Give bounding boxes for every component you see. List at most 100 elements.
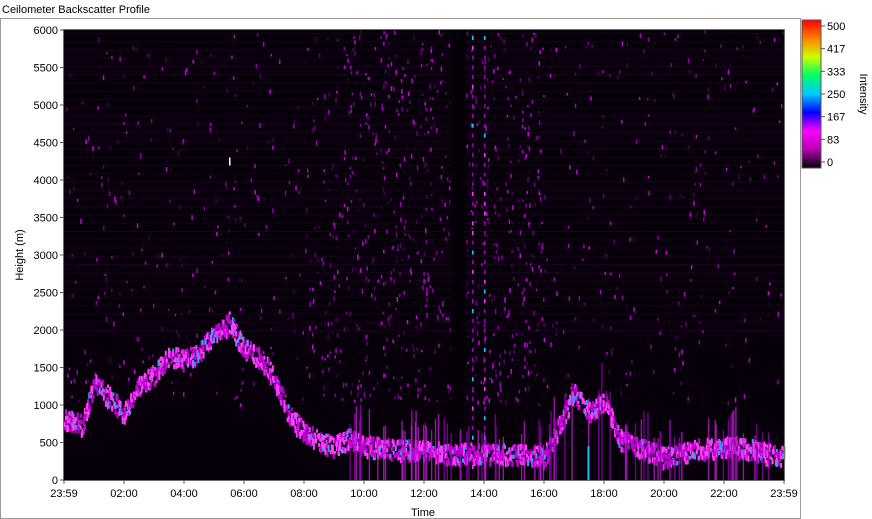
backscatter-speckle xyxy=(421,214,423,219)
aerosol-layer-cell xyxy=(315,438,317,444)
backscatter-speckle xyxy=(403,225,406,230)
backscatter-speckle xyxy=(439,217,442,222)
backscatter-speckle xyxy=(324,116,327,122)
backscatter-speckle xyxy=(270,54,273,57)
backscatter-speckle xyxy=(654,99,656,102)
aerosol-layer-cell xyxy=(605,395,608,400)
aerosol-layer-cell xyxy=(80,419,83,424)
backscatter-speckle xyxy=(780,293,782,297)
backscatter-speckle xyxy=(485,212,488,216)
backscatter-speckle xyxy=(200,60,203,64)
backscatter-speckle xyxy=(373,93,376,98)
backscatter-speckle xyxy=(682,360,684,366)
backscatter-speckle xyxy=(444,155,447,158)
fall-streak xyxy=(402,430,404,480)
backscatter-speckle xyxy=(635,197,638,200)
backscatter-speckle xyxy=(494,211,497,215)
backscatter-speckle xyxy=(292,315,294,320)
backscatter-speckle xyxy=(493,243,496,246)
backscatter-speckle xyxy=(421,350,423,353)
fall-streak xyxy=(538,419,540,480)
backscatter-speckle xyxy=(246,104,248,108)
backscatter-speckle xyxy=(422,156,425,162)
backscatter-speckle xyxy=(660,154,662,157)
precip-column-dash xyxy=(472,465,474,469)
backscatter-speckle xyxy=(420,64,423,68)
backscatter-speckle xyxy=(343,157,346,161)
backscatter-speckle xyxy=(542,47,544,50)
backscatter-speckle xyxy=(484,59,487,64)
backscatter-speckle xyxy=(213,71,216,75)
aerosol-layer-cell xyxy=(577,401,580,405)
backscatter-speckle xyxy=(475,95,477,100)
backscatter-speckle xyxy=(399,386,402,389)
backscatter-speckle xyxy=(510,173,512,179)
backscatter-speckle xyxy=(629,237,631,242)
backscatter-speckle xyxy=(267,140,270,144)
precip-column-dash xyxy=(484,192,486,196)
backscatter-speckle xyxy=(690,264,693,270)
backscatter-speckle xyxy=(616,287,619,291)
backscatter-speckle xyxy=(271,352,274,356)
precip-column-dash xyxy=(472,75,474,79)
backscatter-speckle xyxy=(407,232,409,237)
backscatter-speckle xyxy=(432,117,434,120)
backscatter-speckle xyxy=(84,252,86,256)
aerosol-layer-cell xyxy=(65,409,67,416)
backscatter-speckle xyxy=(119,365,121,368)
backscatter-speckle xyxy=(302,331,304,335)
backscatter-speckle xyxy=(177,150,180,156)
backscatter-speckle xyxy=(491,80,494,84)
backscatter-speckle xyxy=(423,251,426,257)
backscatter-speckle xyxy=(234,94,237,97)
aerosol-layer-cell xyxy=(613,416,616,423)
backscatter-speckle xyxy=(390,198,392,202)
aerosol-layer-cell xyxy=(591,412,594,420)
backscatter-speckle xyxy=(395,232,398,237)
backscatter-speckle xyxy=(528,386,530,392)
backscatter-speckle xyxy=(420,51,422,55)
precip-column-dash xyxy=(472,201,474,206)
precip-column-dash xyxy=(472,338,474,343)
backscatter-speckle xyxy=(337,269,339,275)
backscatter-speckle xyxy=(181,264,184,268)
fall-streak xyxy=(735,407,737,480)
backscatter-speckle xyxy=(447,384,449,389)
backscatter-speckle xyxy=(348,110,350,115)
fall-streak xyxy=(423,425,425,480)
backscatter-speckle xyxy=(383,192,385,196)
backscatter-speckle xyxy=(499,353,501,358)
backscatter-speckle xyxy=(188,310,191,313)
backscatter-speckle xyxy=(670,63,673,67)
backscatter-speckle xyxy=(76,370,78,375)
backscatter-speckle xyxy=(416,347,418,351)
backscatter-speckle xyxy=(189,373,192,377)
backscatter-speckle xyxy=(424,133,426,137)
backscatter-speckle xyxy=(416,165,419,171)
backscatter-speckle xyxy=(512,205,514,210)
backscatter-speckle xyxy=(527,177,529,182)
noise-band xyxy=(64,115,784,117)
aerosol-layer-cell xyxy=(200,355,203,362)
backscatter-speckle xyxy=(351,170,354,175)
aerosol-layer-cell xyxy=(701,455,704,461)
backscatter-speckle xyxy=(538,265,540,269)
aerosol-layer-cell xyxy=(158,374,161,380)
aerosol-layer-cell xyxy=(744,438,747,444)
backscatter-speckle xyxy=(350,200,353,203)
backscatter-speckle xyxy=(481,263,483,266)
fall-streak xyxy=(483,431,486,480)
backscatter-speckle xyxy=(123,214,125,218)
backscatter-speckle xyxy=(588,246,590,250)
backscatter-speckle xyxy=(297,168,300,173)
backscatter-speckle xyxy=(379,322,382,327)
fall-streak xyxy=(564,395,566,480)
backscatter-speckle xyxy=(776,175,779,178)
aerosol-layer-cell xyxy=(86,417,89,422)
backscatter-speckle xyxy=(85,380,87,384)
backscatter-speckle xyxy=(70,380,73,384)
backscatter-speckle xyxy=(660,276,662,282)
backscatter-speckle xyxy=(425,118,428,122)
backscatter-speckle xyxy=(365,122,367,125)
aerosol-layer-cell xyxy=(365,448,368,453)
